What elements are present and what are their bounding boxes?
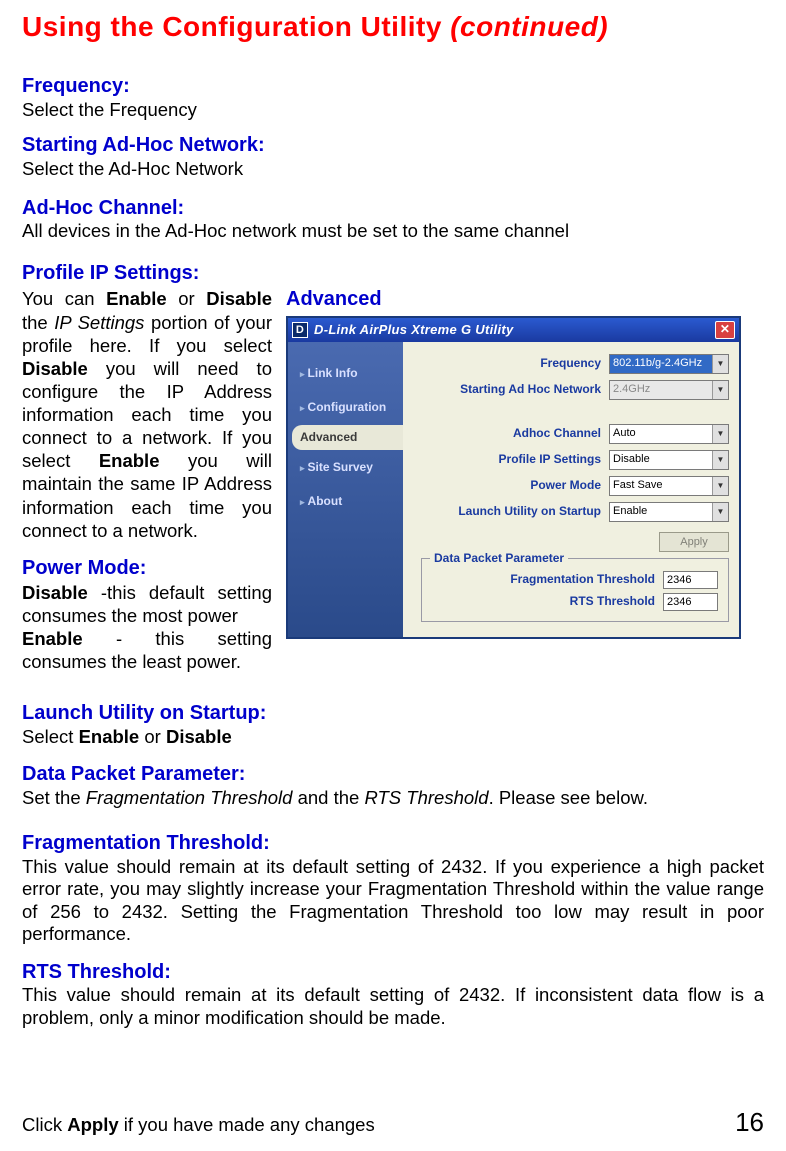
- body-profile-ip: You can Enable or Disable the IP Setting…: [22, 287, 272, 541]
- two-column-layout: You can Enable or Disable the IP Setting…: [22, 287, 764, 683]
- label-frag-threshold: Fragmentation Threshold: [510, 572, 655, 587]
- label-rts-threshold: RTS Threshold: [570, 594, 655, 609]
- chevron-down-icon: ▼: [712, 477, 728, 495]
- sidebar: Link Info Configuration Advanced Site Su…: [288, 342, 403, 637]
- titlebar: D D-Link AirPlus Xtreme G Utility ✕: [288, 318, 739, 342]
- heading-launch-startup: Launch Utility on Startup:: [22, 701, 764, 725]
- heading-power-mode: Power Mode:: [22, 556, 272, 581]
- body-rts-threshold: This value should remain at its default …: [22, 984, 764, 1029]
- dropdown-launch-startup[interactable]: Enable ▼: [609, 502, 729, 522]
- page-number: 16: [735, 1107, 764, 1139]
- label-profile-ip: Profile IP Settings: [499, 452, 601, 467]
- dropdown-frequency-value: 802.11b/g-2.4GHz: [613, 357, 702, 370]
- footer: Click Apply if you have made any changes…: [22, 1107, 764, 1139]
- right-app-column: Advanced D D-Link AirPlus Xtreme G Utili…: [286, 287, 764, 638]
- app-icon: D: [292, 322, 308, 338]
- dropdown-profile-value: Disable: [613, 453, 650, 466]
- label-frequency: Frequency: [540, 356, 601, 371]
- dropdown-starting-adhoc[interactable]: 2.4GHz ▼: [609, 380, 729, 400]
- page-title: Using the Configuration Utility (continu…: [22, 10, 764, 44]
- content-panel: Frequency 802.11b/g-2.4GHz ▼ Starting Ad…: [403, 342, 739, 637]
- body-power-mode: Disable -this default setting consumes t…: [22, 581, 272, 674]
- body-starting-adhoc: Select the Ad-Hoc Network: [22, 158, 764, 181]
- app-window: D D-Link AirPlus Xtreme G Utility ✕ Link…: [286, 316, 741, 639]
- chevron-down-icon: ▼: [712, 381, 728, 399]
- heading-rts-threshold: RTS Threshold:: [22, 960, 764, 984]
- nav-configuration[interactable]: Configuration: [288, 390, 403, 425]
- heading-advanced-screenshot: Advanced: [286, 287, 764, 311]
- dropdown-starting-value: 2.4GHz: [613, 383, 650, 396]
- label-launch-startup: Launch Utility on Startup: [458, 504, 601, 519]
- dropdown-power-mode[interactable]: Fast Save ▼: [609, 476, 729, 496]
- page-title-continued: (continued): [450, 11, 608, 42]
- dropdown-adhoc-value: Auto: [613, 427, 636, 440]
- heading-frag-threshold: Fragmentation Threshold:: [22, 831, 764, 855]
- nav-link-info[interactable]: Link Info: [288, 356, 403, 391]
- label-power-mode: Power Mode: [530, 478, 601, 493]
- apply-button[interactable]: Apply: [659, 532, 729, 552]
- body-data-packet: Set the Fragmentation Threshold and the …: [22, 787, 764, 810]
- chevron-down-icon: ▼: [712, 355, 728, 373]
- left-text-column: You can Enable or Disable the IP Setting…: [22, 287, 272, 683]
- dropdown-launch-value: Enable: [613, 505, 647, 518]
- page-title-main: Using the Configuration Utility: [22, 11, 442, 42]
- heading-starting-adhoc: Starting Ad-Hoc Network:: [22, 133, 764, 157]
- chevron-down-icon: ▼: [712, 425, 728, 443]
- dropdown-adhoc-channel[interactable]: Auto ▼: [609, 424, 729, 444]
- dropdown-frequency[interactable]: 802.11b/g-2.4GHz ▼: [609, 354, 729, 374]
- body-frag-threshold: This value should remain at its default …: [22, 856, 764, 946]
- input-frag-threshold[interactable]: [663, 571, 718, 589]
- close-icon[interactable]: ✕: [715, 321, 735, 339]
- input-rts-threshold[interactable]: [663, 593, 718, 611]
- nav-advanced[interactable]: Advanced: [292, 425, 403, 450]
- dropdown-profile-ip[interactable]: Disable ▼: [609, 450, 729, 470]
- chevron-down-icon: ▼: [712, 503, 728, 521]
- fieldset-data-packet: Data Packet Parameter Fragmentation Thre…: [421, 558, 729, 622]
- chevron-down-icon: ▼: [712, 451, 728, 469]
- app-body: Link Info Configuration Advanced Site Su…: [288, 342, 739, 637]
- heading-data-packet: Data Packet Parameter:: [22, 762, 764, 786]
- dropdown-power-value: Fast Save: [613, 479, 663, 492]
- heading-profile-ip: Profile IP Settings:: [22, 261, 764, 285]
- body-launch-startup: Select Enable or Disable: [22, 726, 764, 749]
- fieldset-legend: Data Packet Parameter: [430, 551, 568, 566]
- app-window-title: D-Link AirPlus Xtreme G Utility: [314, 322, 715, 338]
- nav-site-survey[interactable]: Site Survey: [288, 450, 403, 485]
- heading-frequency: Frequency:: [22, 74, 764, 98]
- label-starting-adhoc: Starting Ad Hoc Network: [460, 382, 601, 397]
- label-adhoc-channel: Adhoc Channel: [513, 426, 601, 441]
- body-frequency: Select the Frequency: [22, 99, 764, 122]
- body-adhoc-channel: All devices in the Ad-Hoc network must b…: [22, 220, 764, 243]
- heading-adhoc-channel: Ad-Hoc Channel:: [22, 196, 764, 220]
- nav-about[interactable]: About: [288, 484, 403, 519]
- footer-text: Click Apply if you have made any changes: [22, 1114, 375, 1137]
